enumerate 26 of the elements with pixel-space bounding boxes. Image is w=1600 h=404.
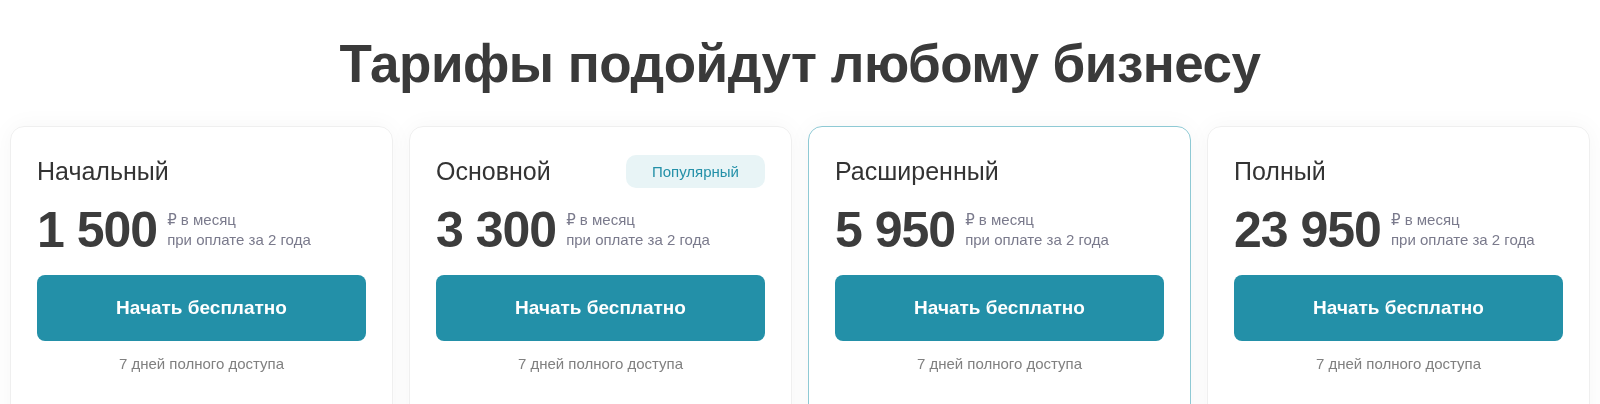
start-free-button[interactable]: Начать бесплатно [37, 275, 366, 341]
plan-name: Основной [436, 156, 551, 186]
trial-note: 7 дней полного доступа [117, 355, 286, 372]
start-free-button[interactable]: Начать бесплатно [835, 275, 1164, 341]
plan-name: Полный [1234, 156, 1326, 186]
billing-term: при оплате за 2 года [167, 230, 311, 250]
start-free-button[interactable]: Начать бесплатно [436, 275, 765, 341]
trial-note: 7 дней полного доступа [516, 355, 685, 372]
plan-price: 5 950 [835, 201, 956, 259]
price-period: ₽ в месяц [167, 210, 237, 230]
trial-note: 7 дней полного доступа [1314, 355, 1483, 372]
start-free-button[interactable]: Начать бесплатно [1234, 275, 1563, 341]
plan-price: 23 950 [1234, 201, 1381, 259]
popular-badge: Популярный [625, 154, 765, 188]
plan-name: Расширенный [835, 156, 999, 186]
trial-note: 7 дней полного доступа [915, 355, 1084, 372]
billing-term: при оплате за 2 года [566, 230, 710, 250]
price-period: ₽ в месяц [965, 210, 1035, 230]
plan-price: 1 500 [37, 201, 158, 259]
plan-price: 3 300 [436, 201, 557, 259]
plan-name: Начальный [37, 156, 169, 186]
billing-term: при оплате за 2 года [965, 230, 1109, 250]
price-period: ₽ в месяц [1390, 210, 1461, 230]
billing-term: при оплате за 2 года [1390, 230, 1535, 250]
price-period: ₽ в месяц [566, 210, 636, 230]
section-heading: Тарифы подойдут любому бизнесу [338, 33, 1262, 95]
